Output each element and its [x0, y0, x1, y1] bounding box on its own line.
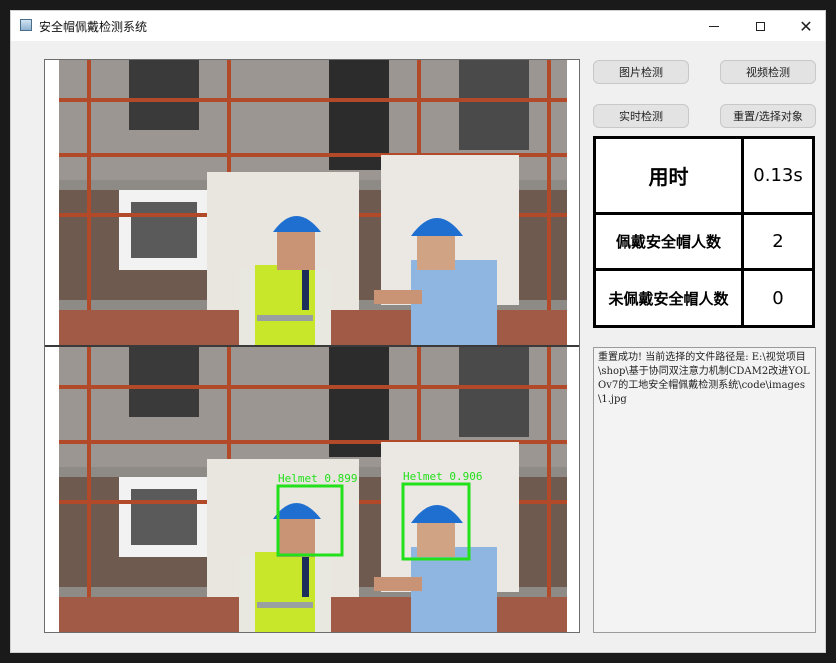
time-value: 0.13s: [741, 136, 815, 215]
original-image: [59, 60, 567, 345]
close-button[interactable]: ✕: [783, 11, 829, 41]
detection-result-image: Helmet 0.899 Helmet 0.906: [59, 347, 567, 632]
maximize-icon: [755, 21, 765, 31]
minimize-button[interactable]: [691, 11, 737, 41]
wearing-value: 2: [741, 211, 815, 272]
time-row: 用时 0.13s: [593, 136, 815, 215]
detection-label: Helmet 0.906: [403, 470, 482, 483]
image-detect-button[interactable]: 图片检测: [593, 60, 689, 84]
realtime-detect-button[interactable]: 实时检测: [593, 104, 689, 128]
wearing-label: 佩戴安全帽人数: [593, 211, 744, 272]
detection-label: Helmet 0.899: [278, 472, 357, 485]
app-window: 安全帽佩戴检测系统 ✕ Helmet 0.899 Helmet 0.906 图片…: [10, 10, 826, 653]
log-textarea[interactable]: 重置成功! 当前选择的文件路径是: E:\视觉项目\shop\基于协同双注意力机…: [593, 347, 816, 633]
title-bar: 安全帽佩戴检测系统 ✕: [11, 11, 825, 41]
not-wearing-label: 未佩戴安全帽人数: [593, 268, 744, 328]
not-wearing-value: 0: [741, 268, 815, 328]
maximize-button[interactable]: [737, 11, 783, 41]
not-wearing-row: 未佩戴安全帽人数 0: [593, 268, 815, 328]
video-detect-button[interactable]: 视频检测: [720, 60, 816, 84]
construction-scene-detected: Helmet 0.899 Helmet 0.906: [59, 347, 567, 632]
wearing-row: 佩戴安全帽人数 2: [593, 211, 815, 272]
app-icon: [20, 19, 32, 31]
close-icon: ✕: [799, 16, 813, 36]
window-title: 安全帽佩戴检测系统: [39, 20, 148, 34]
construction-scene-original: [59, 60, 567, 345]
minimize-icon: [709, 25, 719, 27]
time-label: 用时: [593, 136, 744, 215]
image-display-panel: Helmet 0.899 Helmet 0.906: [44, 59, 580, 633]
stats-table: 用时 0.13s 佩戴安全帽人数 2 未佩戴安全帽人数 0: [593, 136, 815, 328]
reset-select-button[interactable]: 重置/选择对象: [720, 104, 816, 128]
